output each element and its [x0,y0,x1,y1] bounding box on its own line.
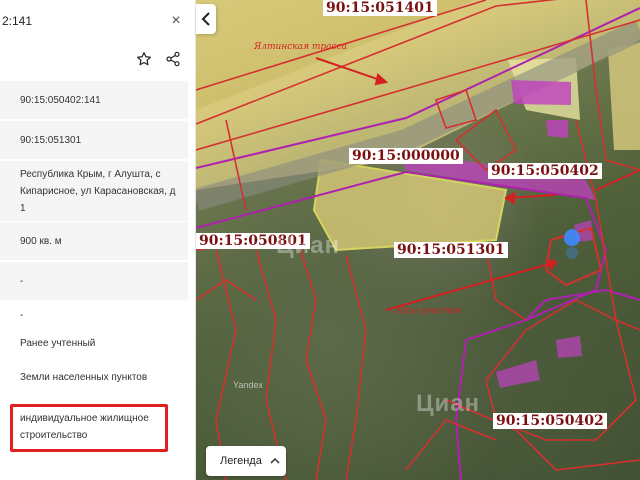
status-value: Ранее учтенный [20,337,96,349]
magenta-building [511,80,571,105]
area-value: 900 кв. м [0,222,188,260]
address-value: Республика Крым, г Алушта, с Кипарисное,… [0,161,188,221]
close-icon[interactable]: × [168,10,184,32]
share-icon[interactable] [161,47,185,71]
panel-title: 2:141 [2,14,33,28]
value-row-5: - [0,262,188,300]
road-annotation: Ялтинская трасса [254,42,347,52]
land-category-value: Земли населенных пунктов [20,371,148,383]
cadastral-map[interactable]: 90:15:051401 90:15:000000 90:15:050402 9… [196,0,640,480]
chevron-left-icon [201,12,210,26]
cadastral-label-000000: 90:15:000000 [349,148,463,164]
field-far-right [608,42,640,150]
collapse-panel-button[interactable] [196,4,216,34]
legend-label: Легенда [220,455,262,467]
highlight-frame [10,404,168,452]
panel-header: 2:141 × [0,0,195,44]
watermark-2: Циан [416,390,481,417]
object-info-panel: 2:141 × 90:15:050402:141 90:15:051301 Ре… [0,0,196,480]
watermark: Циан [276,232,341,259]
star-icon[interactable] [132,47,156,71]
cadastral-quarter-value: 90:15:051301 [0,121,188,159]
cadastral-label-051401: 90:15:051401 [323,0,437,16]
legend-button[interactable]: Легенда [206,446,286,476]
parcel-annotation: Наш участок [396,306,462,316]
value-row-6: - [20,309,24,321]
location-marker-icon [564,229,580,259]
cadastral-number-value: 90:15:050402:141 [0,81,188,119]
cadastral-label-050402: 90:15:050402 [488,163,602,179]
cadastral-label-051301: 90:15:051301 [394,242,508,258]
map-provider-logo: Yandex [233,380,263,390]
cadastral-label-050402-b: 90:15:050402 [493,413,607,429]
chevron-up-icon [270,457,280,464]
